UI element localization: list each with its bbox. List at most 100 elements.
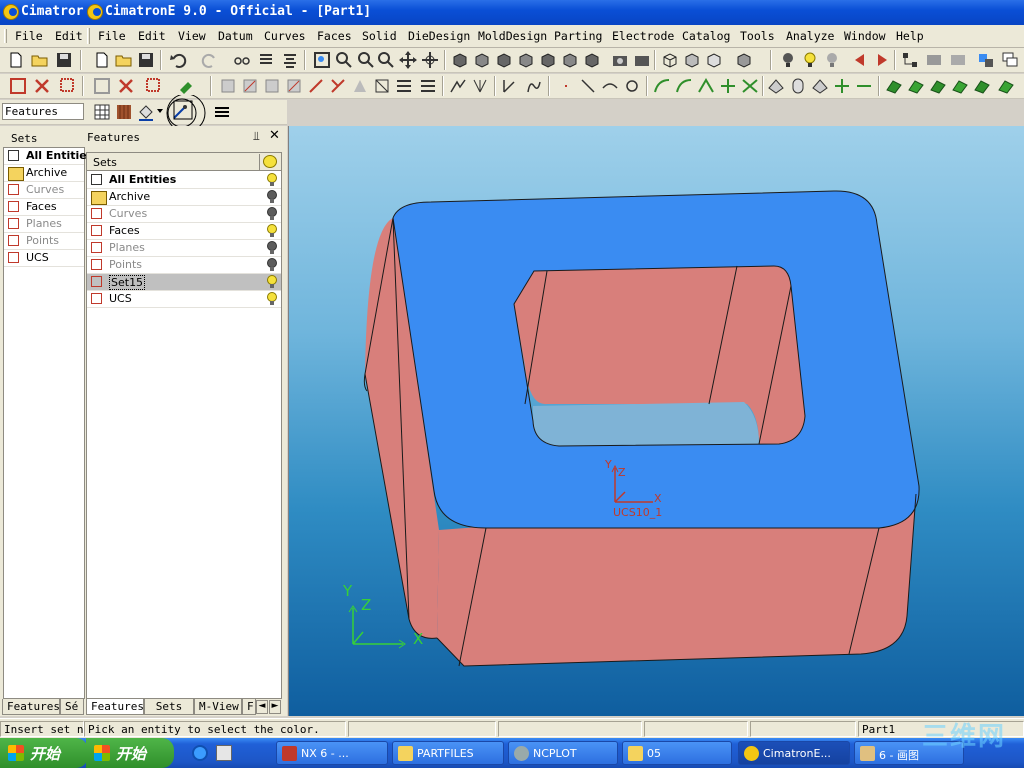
- menu-help[interactable]: Help: [896, 29, 924, 43]
- view-cube-icon[interactable]: [450, 50, 470, 70]
- features-row-points[interactable]: Points: [87, 257, 281, 274]
- features-row-ucs[interactable]: UCS: [87, 291, 281, 308]
- features-row-set15[interactable]: Set15: [87, 274, 281, 291]
- show-desktop-icon[interactable]: [216, 745, 232, 761]
- circle-icon[interactable]: [622, 76, 642, 96]
- assembly-icon[interactable]: [976, 50, 996, 70]
- sketch-icon[interactable]: [448, 76, 468, 96]
- sets-row-planes[interactable]: Planes: [4, 216, 84, 233]
- solid-green-icon-5[interactable]: [972, 76, 992, 96]
- delete-icon[interactable]: [32, 76, 52, 96]
- view-top-icon[interactable]: [494, 50, 514, 70]
- view-back-icon[interactable]: [560, 50, 580, 70]
- transform-icon-4[interactable]: [284, 76, 304, 96]
- wireframe-icon[interactable]: [660, 50, 680, 70]
- bulb-show-icon[interactable]: [778, 50, 798, 70]
- render-icon[interactable]: [632, 50, 652, 70]
- sets-row-faces[interactable]: Faces: [4, 199, 84, 216]
- curve-green-icon-4[interactable]: [718, 76, 738, 96]
- pan-icon[interactable]: [398, 50, 418, 70]
- solid-green-icon-4[interactable]: [950, 76, 970, 96]
- sets-row-curves[interactable]: Curves: [4, 182, 84, 199]
- open-folder-icon[interactable]: [30, 50, 50, 70]
- transform-icon-10[interactable]: [418, 76, 438, 96]
- display-mode-icon[interactable]: [704, 50, 724, 70]
- transform-icon-6[interactable]: [328, 76, 348, 96]
- paint-bucket-icon[interactable]: [136, 102, 156, 122]
- open-folder-icon[interactable]: [114, 50, 134, 70]
- solid-green-icon-6[interactable]: [996, 76, 1016, 96]
- transform-icon-1[interactable]: [218, 76, 238, 96]
- surface-icon-4[interactable]: [832, 76, 852, 96]
- sets-row-archive[interactable]: Archive: [4, 165, 84, 182]
- features-row-planes[interactable]: Planes: [87, 240, 281, 257]
- transform-icon-2[interactable]: [240, 76, 260, 96]
- menu-parting[interactable]: Parting: [554, 29, 602, 43]
- close-icon[interactable]: ✕: [269, 128, 280, 143]
- pick-icon[interactable]: [176, 76, 196, 96]
- bulb-on-icon[interactable]: [800, 50, 820, 70]
- bulb-off-icon[interactable]: [267, 190, 277, 203]
- menu-edit[interactable]: Edit: [138, 29, 166, 43]
- new-file-icon[interactable]: [92, 50, 112, 70]
- menu-edit-left[interactable]: Edit: [55, 29, 83, 43]
- solid-green-icon-1[interactable]: [884, 76, 904, 96]
- menu-curves[interactable]: Curves: [264, 29, 306, 43]
- features-row-archive[interactable]: Archive: [87, 189, 281, 206]
- menu-solid[interactable]: Solid: [362, 29, 397, 43]
- bulb-on-icon[interactable]: [267, 275, 277, 288]
- tab-features-left[interactable]: Features: [2, 699, 60, 715]
- parts-icon[interactable]: [948, 50, 968, 70]
- curve-green-icon-2[interactable]: [674, 76, 694, 96]
- arrow-right-icon[interactable]: [872, 50, 892, 70]
- tab-sets-left[interactable]: Sé: [60, 699, 84, 715]
- task-cimatron[interactable]: CimatronE...: [738, 741, 850, 765]
- line-icon[interactable]: [578, 76, 598, 96]
- bulb-off-icon[interactable]: [267, 241, 277, 254]
- surface-icon-5[interactable]: [854, 76, 874, 96]
- task-05[interactable]: 05: [622, 741, 732, 765]
- bulb-on-icon[interactable]: [267, 173, 277, 186]
- tab-m-view[interactable]: M-View: [194, 699, 242, 715]
- pattern-icon[interactable]: [114, 102, 134, 122]
- display-dropdown-icon[interactable]: [734, 50, 754, 70]
- features-row-all-entities[interactable]: All Entities: [87, 172, 281, 189]
- shaded-icon[interactable]: [682, 50, 702, 70]
- menu-file[interactable]: File: [98, 29, 126, 43]
- zoom-all-icon[interactable]: [312, 50, 332, 70]
- graphics-viewport[interactable]: Y Z X UCS10_1 Y Z X: [288, 126, 1024, 716]
- transform-icon-7[interactable]: [350, 76, 370, 96]
- tab-more[interactable]: F: [242, 699, 256, 715]
- freeform-icon[interactable]: [524, 76, 544, 96]
- bulb-on-icon[interactable]: [267, 292, 277, 305]
- pin-icon[interactable]: ⫫: [253, 129, 260, 144]
- transform-icon-8[interactable]: [372, 76, 392, 96]
- view-front-icon[interactable]: [472, 50, 492, 70]
- menu-analyze[interactable]: Analyze: [786, 29, 834, 43]
- menu-window[interactable]: Window: [844, 29, 886, 43]
- new-file-icon[interactable]: [6, 50, 26, 70]
- solid-green-icon-2[interactable]: [906, 76, 926, 96]
- menu-diedesign[interactable]: DieDesign: [408, 29, 470, 43]
- tab-scroll-left-icon[interactable]: ◄: [256, 700, 268, 714]
- menu-catalog[interactable]: Catalog: [682, 29, 730, 43]
- tab-features[interactable]: Features: [86, 699, 144, 715]
- line-angle-icon[interactable]: [500, 76, 520, 96]
- menu-electrode[interactable]: Electrode: [612, 29, 674, 43]
- sketch-fan-icon[interactable]: [470, 76, 490, 96]
- ie-icon[interactable]: [192, 745, 208, 761]
- menu-molddesign[interactable]: MoldDesign: [478, 29, 547, 43]
- menu-tools[interactable]: Tools: [740, 29, 775, 43]
- menu-view[interactable]: View: [178, 29, 206, 43]
- list-icon[interactable]: [256, 50, 276, 70]
- surface-icon-1[interactable]: [766, 76, 786, 96]
- menu-file-left[interactable]: File: [15, 29, 43, 43]
- undo-icon[interactable]: [168, 50, 188, 70]
- start-button[interactable]: 开始: [0, 738, 88, 768]
- bulb-on-icon[interactable]: [267, 224, 277, 237]
- menu-faces[interactable]: Faces: [317, 29, 352, 43]
- zoom-selected-icon[interactable]: [356, 50, 376, 70]
- select-filter-icon[interactable]: [8, 76, 28, 96]
- sets-row-points[interactable]: Points: [4, 233, 84, 250]
- zoom-icon[interactable]: [376, 50, 396, 70]
